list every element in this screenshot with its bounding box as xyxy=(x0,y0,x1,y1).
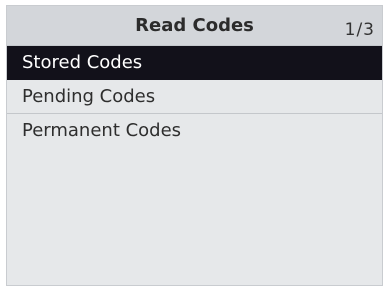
page-indicator: 1/3 xyxy=(344,20,375,40)
title-bar: Read Codes 1/3 xyxy=(7,6,382,46)
menu-item-permanent-codes[interactable]: Permanent Codes xyxy=(7,114,382,148)
read-codes-menu: Stored Codes Pending Codes Permanent Cod… xyxy=(7,46,382,148)
menu-item-stored-codes[interactable]: Stored Codes xyxy=(7,46,382,80)
menu-item-pending-codes[interactable]: Pending Codes xyxy=(7,80,382,114)
scanner-screen: Read Codes 1/3 Stored Codes Pending Code… xyxy=(6,5,383,286)
screen-title: Read Codes xyxy=(135,15,254,36)
